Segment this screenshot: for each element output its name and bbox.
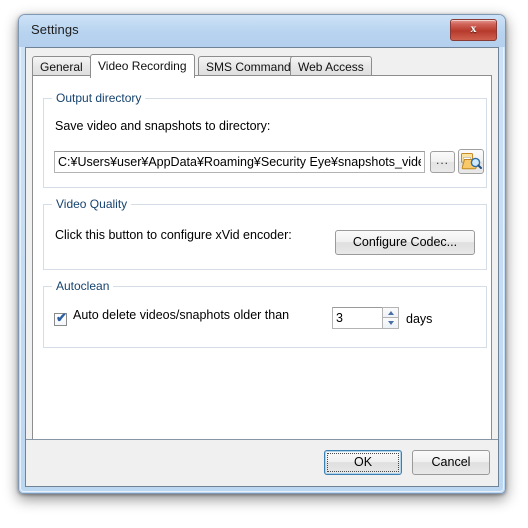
tab-general[interactable]: General (32, 56, 91, 76)
group-video-quality: Video Quality Click this button to confi… (43, 197, 487, 270)
ok-button[interactable]: OK (324, 450, 402, 475)
group-output-directory: Output directory Save video and snapshot… (43, 91, 487, 188)
folder-search-icon (461, 153, 482, 170)
dialog-button-strip: OK Cancel (26, 439, 498, 486)
configure-codec-button[interactable]: Configure Codec... (335, 230, 475, 255)
configure-codec-label: Click this button to configure xVid enco… (55, 228, 292, 242)
dialog-client-area: General Video Recording SMS Commands Web… (25, 47, 499, 487)
checkmark-icon: ✔ (56, 310, 67, 325)
days-unit-label: days (406, 312, 433, 326)
tab-sms-commands[interactable]: SMS Commands (198, 56, 305, 76)
save-directory-label: Save video and snapshots to directory: (55, 119, 271, 133)
output-directory-input[interactable] (54, 151, 425, 173)
ok-button-label: OK (353, 455, 373, 469)
days-spinner-up-button[interactable] (382, 307, 399, 318)
days-spinner-down-button[interactable] (382, 318, 399, 329)
group-autoclean-title: Autoclean (52, 279, 114, 293)
tab-page-video-recording: Output directory Save video and snapshot… (32, 75, 492, 463)
group-autoclean: Autoclean ✔ Auto delete videos/snaphots … (43, 279, 487, 348)
browse-directory-button[interactable]: ... (430, 151, 455, 173)
open-folder-button[interactable] (458, 149, 484, 174)
chevron-up-icon (387, 310, 394, 315)
tab-web-access[interactable]: Web Access (290, 56, 372, 76)
settings-dialog-window: Settings x General Video Recording SMS C… (18, 14, 506, 494)
cancel-button[interactable]: Cancel (412, 450, 490, 475)
group-output-directory-title: Output directory (52, 91, 146, 105)
chevron-down-icon (387, 321, 394, 325)
auto-delete-checkbox[interactable]: ✔ (54, 310, 67, 326)
tab-video-recording[interactable]: Video Recording (90, 54, 195, 78)
title-bar[interactable]: Settings x (19, 15, 505, 47)
group-video-quality-title: Video Quality (52, 197, 132, 211)
days-spinner[interactable] (382, 307, 399, 329)
tab-strip: General Video Recording SMS Commands Web… (32, 54, 492, 78)
close-button[interactable]: x (450, 19, 497, 41)
auto-delete-label: Auto delete videos/snaphots older than (73, 308, 290, 322)
window-title: Settings (31, 22, 79, 37)
close-icon: x (470, 21, 477, 35)
days-input[interactable] (332, 307, 382, 329)
browse-ellipsis-label: ... (435, 153, 449, 167)
